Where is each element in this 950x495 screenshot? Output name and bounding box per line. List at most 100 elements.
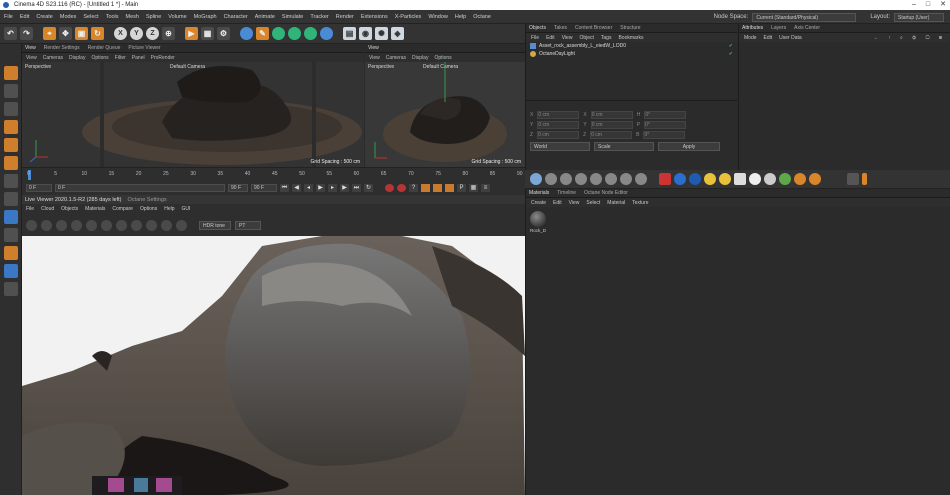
octane-daylight-icon[interactable] xyxy=(704,173,716,185)
mat-menu-edit[interactable]: Edit xyxy=(553,200,562,206)
y-axis-lock-button[interactable]: Y xyxy=(130,27,143,40)
menu-spline[interactable]: Spline xyxy=(146,14,161,20)
size-x-field[interactable]: 0 cm xyxy=(590,111,633,119)
redo-icon[interactable]: ↷ xyxy=(20,27,33,40)
object-row[interactable]: OctaneDayLight ✔ xyxy=(526,50,737,58)
minimize-icon[interactable]: – xyxy=(912,0,916,10)
coordinate-system-icon[interactable]: ⊕ xyxy=(162,27,175,40)
pos-z-field[interactable]: 0 cm xyxy=(537,131,580,139)
edges-mode-icon[interactable] xyxy=(3,138,18,152)
obj-menu-view[interactable]: View xyxy=(562,35,573,41)
render-settings-icon[interactable]: ⚙ xyxy=(217,27,230,40)
live-selection-icon[interactable]: ⌖ xyxy=(43,27,56,40)
octane-object-tag-icon[interactable] xyxy=(794,173,806,185)
material-name[interactable]: Rock_D xyxy=(530,228,546,233)
node-space-dropdown[interactable]: Current (Standard/Physical) xyxy=(752,12,857,22)
lv-channel-dropdown[interactable]: PT xyxy=(235,220,261,230)
octane-settings-tab[interactable]: Octane Settings xyxy=(128,197,167,203)
lv-focus-icon[interactable] xyxy=(161,219,172,231)
rotate-tool-icon[interactable]: ↻ xyxy=(91,27,104,40)
tab-view[interactable]: View xyxy=(25,45,36,51)
vp2-menu-cameras[interactable]: Cameras xyxy=(386,55,406,61)
lv-menu-objects[interactable]: Objects xyxy=(61,206,78,212)
floor-icon[interactable]: ▤ xyxy=(343,27,356,40)
vp-menu-prorender[interactable]: ProRender xyxy=(151,55,175,61)
live-viewer-render[interactable] xyxy=(22,236,525,495)
tab-content-browser[interactable]: Content Browser xyxy=(575,25,612,31)
current-frame-field[interactable]: 0 F xyxy=(26,184,52,192)
workplane-icon[interactable] xyxy=(3,246,18,260)
menu-volume[interactable]: Volume xyxy=(168,14,186,20)
coord-mode-dropdown[interactable]: World xyxy=(530,142,590,151)
octane-live-viewer-icon[interactable]: ◈ xyxy=(391,27,404,40)
pos-x-field[interactable]: 0 cm xyxy=(537,111,580,119)
make-editable-icon[interactable] xyxy=(3,66,18,80)
vp-menu-view[interactable]: View xyxy=(26,55,37,61)
next-frame-icon[interactable]: ▸ xyxy=(328,184,337,192)
pos-y-field[interactable]: 0 cm xyxy=(537,121,580,129)
lv-pick-material-icon[interactable] xyxy=(146,219,157,231)
octane-scatter-icon[interactable] xyxy=(779,173,791,185)
light-icon[interactable]: ✺ xyxy=(375,27,388,40)
lv-menu-options[interactable]: Options xyxy=(140,206,157,212)
lv-menu-gui[interactable]: GUI xyxy=(182,206,191,212)
points-mode-icon[interactable] xyxy=(3,120,18,134)
octane-fog-icon[interactable] xyxy=(764,173,776,185)
octane-universal-icon[interactable] xyxy=(620,173,632,185)
vp-menu-panel[interactable]: Panel xyxy=(132,55,145,61)
texture-mode-icon[interactable] xyxy=(3,102,18,116)
prev-key-icon[interactable]: ◀ xyxy=(292,184,301,192)
lv-region-icon[interactable] xyxy=(86,219,97,231)
move-tool-icon[interactable]: ✥ xyxy=(59,27,72,40)
pen-spline-icon[interactable]: ✎ xyxy=(256,27,269,40)
tab-structure[interactable]: Structure xyxy=(620,25,640,31)
menu-modes[interactable]: Modes xyxy=(60,14,77,20)
obj-menu-edit[interactable]: Edit xyxy=(546,35,555,41)
octane-vdb-icon[interactable] xyxy=(809,173,821,185)
menu-mesh[interactable]: Mesh xyxy=(126,14,139,20)
tab-render-queue[interactable]: Render Queue xyxy=(88,45,121,51)
mat-menu-texture[interactable]: Texture xyxy=(632,200,648,206)
rot-b-field[interactable]: 0° xyxy=(643,131,686,139)
live-viewer-title[interactable]: Live Viewer 2020.1.5-R2 (285 days left) xyxy=(25,197,122,203)
menu-simulate[interactable]: Simulate xyxy=(282,14,303,20)
end-frame-field[interactable]: 90 F xyxy=(228,184,248,192)
camera-icon[interactable]: ◉ xyxy=(359,27,372,40)
goto-end-icon[interactable]: ⏭ xyxy=(352,184,361,192)
material-swatch[interactable] xyxy=(530,211,546,227)
octane-material-icon[interactable] xyxy=(530,173,542,185)
menu-select[interactable]: Select xyxy=(83,14,98,20)
menu-octane[interactable]: Octane xyxy=(473,14,491,20)
size-z-field[interactable]: 0 cm xyxy=(590,131,633,139)
lv-menu-cloud[interactable]: Cloud xyxy=(41,206,54,212)
vp2-menu-display[interactable]: Display xyxy=(412,55,428,61)
close-icon[interactable]: ✕ xyxy=(940,0,946,10)
timeline-menu-icon[interactable]: ≡ xyxy=(481,184,490,192)
octane-mix-icon[interactable] xyxy=(575,173,587,185)
key-scale-icon[interactable] xyxy=(445,184,454,192)
vp-menu-filter[interactable]: Filter xyxy=(115,55,126,61)
polygons-mode-icon[interactable] xyxy=(3,156,18,170)
octane-specular-icon[interactable] xyxy=(560,173,572,185)
lv-save-icon[interactable] xyxy=(116,219,127,231)
render-view-icon[interactable]: ▶ xyxy=(185,27,198,40)
key-param-icon[interactable]: P xyxy=(457,184,466,192)
menu-window[interactable]: Window xyxy=(428,14,448,20)
lv-send-scene-icon[interactable] xyxy=(26,219,37,231)
mat-menu-create[interactable]: Create xyxy=(531,200,546,206)
octane-settings-icon[interactable] xyxy=(847,173,859,185)
menu-mograph[interactable]: MoGraph xyxy=(194,14,217,20)
size-y-field[interactable]: 0 cm xyxy=(590,121,633,129)
object-name[interactable]: OctaneDayLight xyxy=(539,51,575,57)
undo-icon[interactable]: ↶ xyxy=(4,27,17,40)
attr-nav-icons[interactable]: ← ↑ ⌕ ⚙ ▢ ⊞ xyxy=(874,35,946,41)
octane-camera-icon[interactable] xyxy=(659,173,671,185)
octane-toon-icon[interactable] xyxy=(605,173,617,185)
menu-render[interactable]: Render xyxy=(336,14,354,20)
octane-targetlight-icon[interactable] xyxy=(734,173,746,185)
menu-edit[interactable]: Edit xyxy=(20,14,29,20)
tab-octane-node-editor[interactable]: Octane Node Editor xyxy=(584,190,628,196)
field-icon[interactable] xyxy=(320,27,333,40)
viewport-left-canvas[interactable]: Perspective Default Camera Grid Spacing … xyxy=(22,62,364,167)
autokey-icon[interactable] xyxy=(397,184,406,192)
